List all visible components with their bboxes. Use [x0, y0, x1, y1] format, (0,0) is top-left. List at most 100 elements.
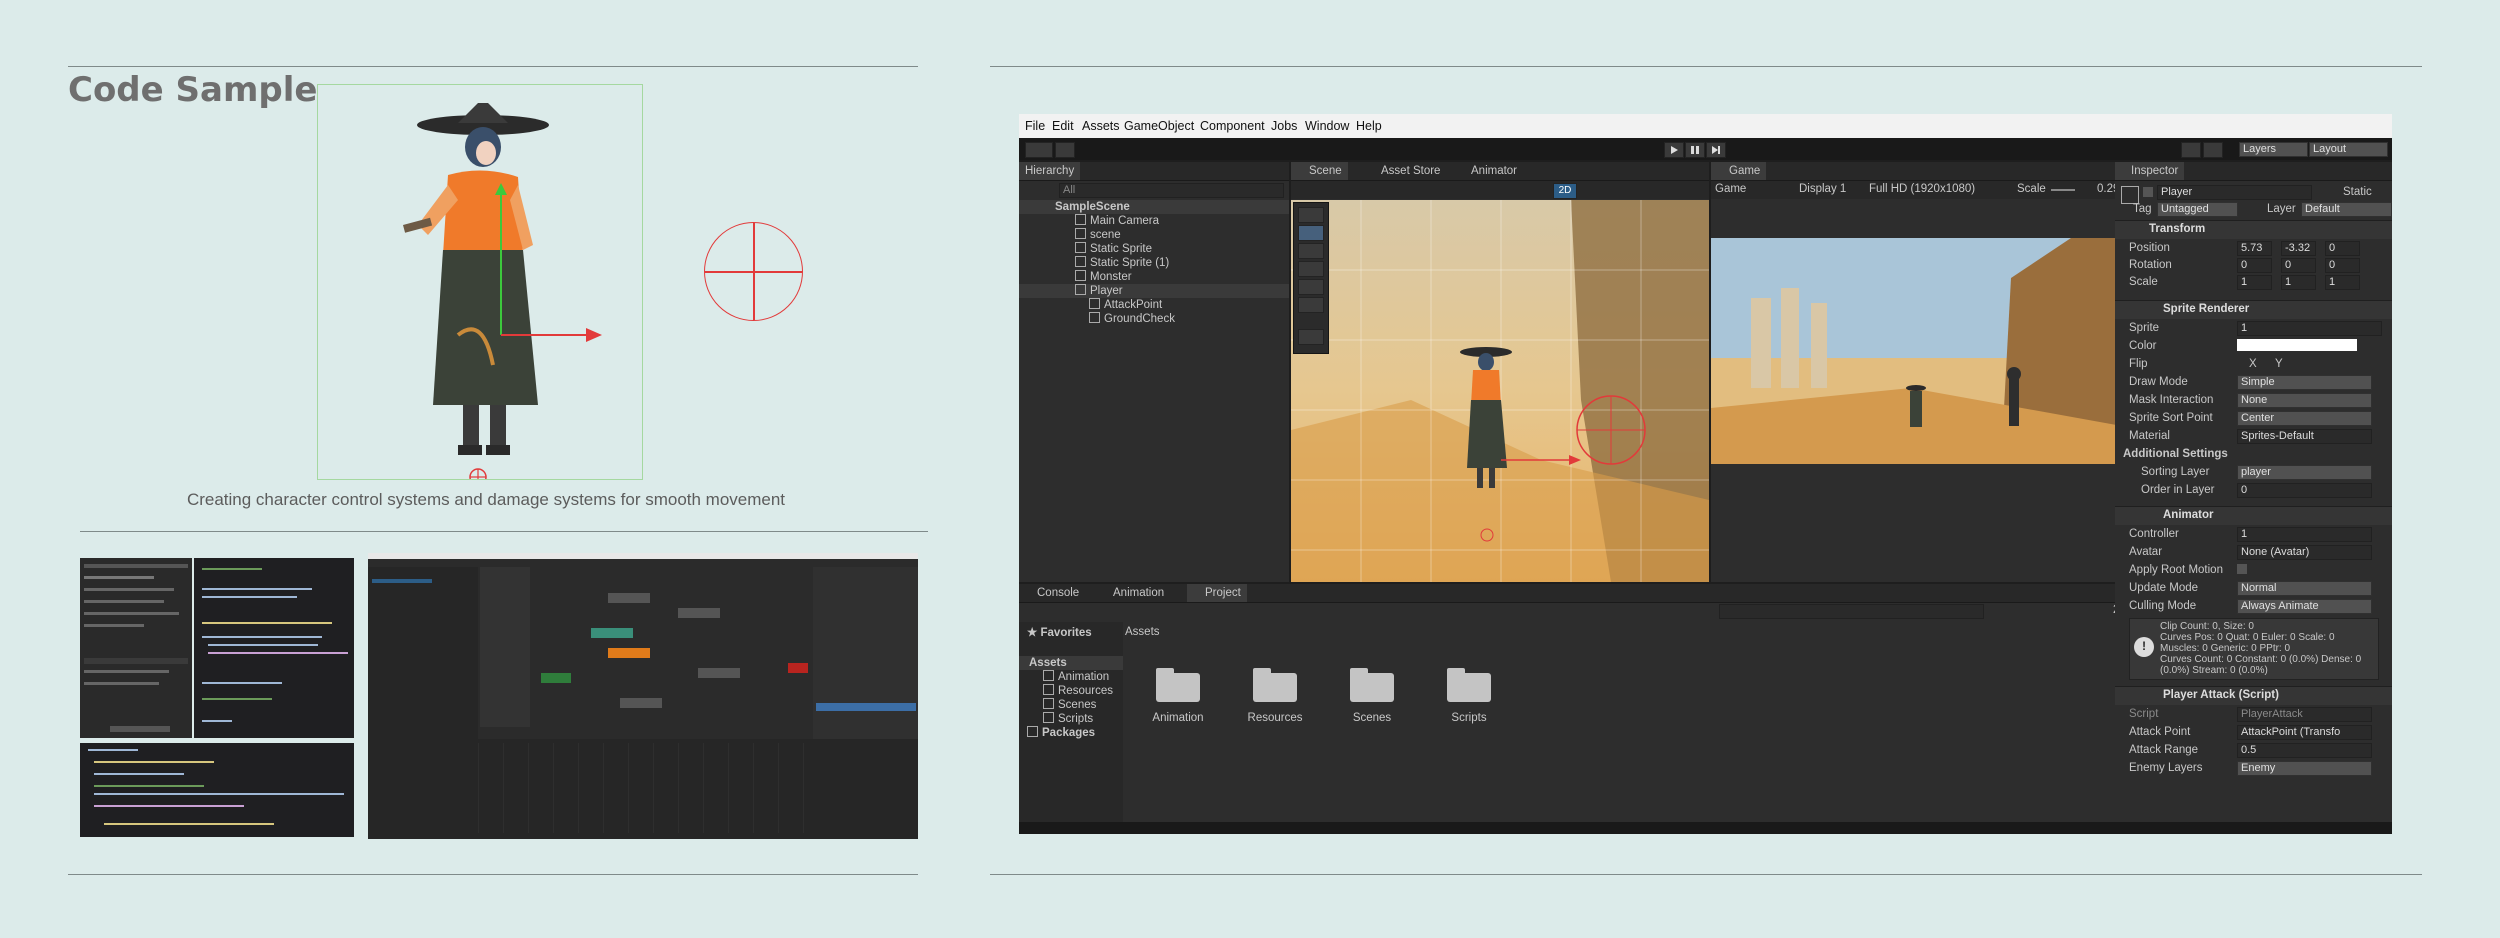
tab-scene[interactable]: Scene	[1291, 162, 1348, 180]
packages-item[interactable]: Packages	[1027, 726, 1095, 740]
info-line: Muscles: 0 Generic: 0 PPtr: 0	[2160, 643, 2291, 654]
rotate-tool[interactable]	[1298, 243, 1324, 259]
position-x[interactable]: 5.73	[2237, 241, 2272, 256]
toggle-2d-button[interactable]: 2D	[1553, 183, 1577, 199]
controller-field[interactable]: 1	[2237, 527, 2372, 542]
scale-slider[interactable]	[2051, 189, 2075, 191]
layer-dropdown[interactable]: Default	[2301, 202, 2392, 217]
menu-help[interactable]: Help	[1356, 119, 1382, 133]
folder-icon[interactable]	[1156, 668, 1200, 702]
search-button[interactable]	[2203, 142, 2223, 158]
tab-game[interactable]: Game	[1711, 162, 1767, 180]
additional-settings-foldout[interactable]: Additional Settings	[2123, 448, 2228, 460]
enemy-layers-dropdown[interactable]: Enemy	[2237, 761, 2372, 776]
project-search[interactable]	[1719, 604, 1984, 619]
assets-root-item[interactable]: Assets	[1019, 656, 1123, 670]
play-button[interactable]	[1664, 142, 1684, 158]
active-checkbox[interactable]	[2143, 187, 2153, 197]
menu-assets[interactable]: Assets	[1082, 119, 1120, 133]
hierarchy-item-selected[interactable]: Player	[1019, 284, 1289, 298]
move-tool[interactable]	[1298, 225, 1324, 241]
game-mode-dropdown[interactable]: Game	[1715, 183, 1746, 195]
project-breadcrumb[interactable]: Assets	[1125, 626, 1160, 638]
menu-edit[interactable]: Edit	[1052, 119, 1074, 133]
menu-file[interactable]: File	[1025, 119, 1045, 133]
scale-tool[interactable]	[1298, 261, 1324, 277]
rotation-z[interactable]: 0	[2325, 258, 2360, 273]
rect-tool[interactable]	[1298, 279, 1324, 295]
hierarchy-item[interactable]: AttackPoint	[1089, 298, 1162, 312]
menu-component[interactable]: Component	[1200, 119, 1265, 133]
flip-x-checkbox[interactable]: X	[2249, 358, 2257, 370]
hierarchy-item[interactable]: GroundCheck	[1089, 312, 1175, 326]
root-motion-checkbox[interactable]	[2237, 564, 2247, 574]
mask-dropdown[interactable]: None	[2237, 393, 2372, 408]
scale-z[interactable]: 1	[2325, 275, 2360, 290]
hierarchy-item[interactable]: Monster	[1075, 270, 1132, 284]
menu-gameobject[interactable]: GameObject	[1124, 119, 1194, 133]
color-swatch[interactable]	[2237, 339, 2357, 351]
tab-animator[interactable]: Animator	[1457, 162, 1523, 180]
sort-point-dropdown[interactable]: Center	[2237, 411, 2372, 426]
hand-tool[interactable]	[1298, 207, 1324, 223]
tab-console[interactable]: Console	[1019, 584, 1085, 602]
folder-icon[interactable]	[1253, 668, 1297, 702]
folder-icon[interactable]	[1350, 668, 1394, 702]
attack-point-field[interactable]: AttackPoint (Transfo	[2237, 725, 2372, 740]
material-field[interactable]: Sprites-Default	[2237, 429, 2372, 444]
tab-inspector[interactable]: Inspector	[2115, 162, 2185, 180]
account-button[interactable]	[1025, 142, 1053, 158]
hierarchy-item[interactable]: Static Sprite (1)	[1075, 256, 1169, 270]
display-dropdown[interactable]: Display 1	[1799, 183, 1846, 195]
object-name-field[interactable]: Player	[2157, 185, 2312, 200]
menu-window[interactable]: Window	[1305, 119, 1349, 133]
hierarchy-item[interactable]: scene	[1075, 228, 1121, 242]
sorting-layer-dropdown[interactable]: player	[2237, 465, 2372, 480]
hierarchy-item[interactable]: Static Sprite	[1075, 242, 1152, 256]
static-toggle[interactable]: Static	[2343, 186, 2372, 198]
order-field[interactable]: 0	[2237, 483, 2372, 498]
tab-project[interactable]: Project	[1187, 584, 1247, 602]
hierarchy-search[interactable]: All	[1059, 183, 1284, 198]
draw-mode-dropdown[interactable]: Simple	[2237, 375, 2372, 390]
cloud-button[interactable]	[1055, 142, 1075, 158]
folder-icon[interactable]	[1447, 668, 1491, 702]
rotation-y[interactable]: 0	[2281, 258, 2316, 273]
tab-animation[interactable]: Animation	[1095, 584, 1170, 602]
tab-asset-store[interactable]: Asset Store	[1367, 162, 1446, 180]
hierarchy-item[interactable]: Main Camera	[1075, 214, 1159, 228]
history-button[interactable]	[2181, 142, 2201, 158]
attack-range-field[interactable]: 0.5	[2237, 743, 2372, 758]
pause-button[interactable]	[1685, 142, 1705, 158]
culling-mode-dropdown[interactable]: Always Animate	[2237, 599, 2372, 614]
tab-hierarchy[interactable]: Hierarchy	[1019, 162, 1081, 180]
main-toolbar: Layers Layout	[1019, 138, 2392, 160]
favorites-item[interactable]: ★ Favorites	[1027, 626, 1092, 640]
layers-dropdown[interactable]: Layers	[2239, 142, 2308, 157]
menu-jobs[interactable]: Jobs	[1271, 119, 1297, 133]
tag-dropdown[interactable]: Untagged	[2157, 202, 2238, 217]
scale-x[interactable]: 1	[2237, 275, 2272, 290]
scene-root[interactable]: SampleScene	[1019, 200, 1289, 214]
avatar-field[interactable]: None (Avatar)	[2237, 545, 2372, 560]
sprite-renderer-header[interactable]: Sprite Renderer	[2115, 300, 2392, 319]
position-z[interactable]: 0	[2325, 241, 2360, 256]
position-y[interactable]: -3.32	[2281, 241, 2316, 256]
animator-header[interactable]: Animator	[2115, 506, 2392, 525]
transform-header[interactable]: Transform	[2115, 220, 2392, 239]
transform-tool[interactable]	[1298, 297, 1324, 313]
tree-folder[interactable]: Animation	[1043, 670, 1109, 684]
update-mode-dropdown[interactable]: Normal	[2237, 581, 2372, 596]
rotation-x[interactable]: 0	[2237, 258, 2272, 273]
step-button[interactable]	[1706, 142, 1726, 158]
resolution-dropdown[interactable]: Full HD (1920x1080)	[1869, 183, 1975, 195]
sprite-field[interactable]: 1	[2237, 321, 2382, 336]
flip-y-checkbox[interactable]: Y	[2275, 358, 2283, 370]
player-attack-header[interactable]: Player Attack (Script)	[2115, 686, 2392, 705]
tree-folder[interactable]: Scenes	[1043, 698, 1096, 712]
tree-folder[interactable]: Resources	[1043, 684, 1113, 698]
tree-folder[interactable]: Scripts	[1043, 712, 1093, 726]
scale-y[interactable]: 1	[2281, 275, 2316, 290]
layout-dropdown[interactable]: Layout	[2309, 142, 2388, 157]
custom-tool[interactable]	[1298, 329, 1324, 345]
